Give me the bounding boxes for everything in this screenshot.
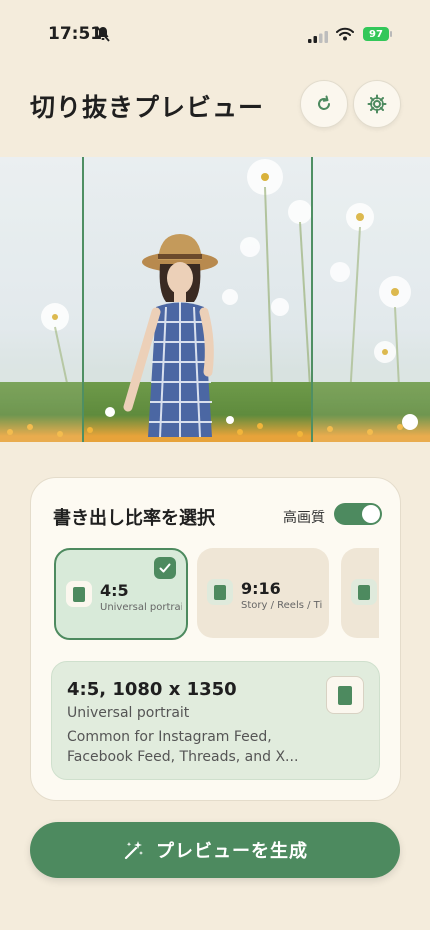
- toggle-knob: [362, 505, 380, 523]
- export-ratio-title: 書き出し比率を選択: [53, 508, 215, 529]
- export-ratio-card: 書き出し比率を選択 高画質 4:5 Universal portrait 9:1…: [30, 477, 401, 801]
- generate-preview-button[interactable]: プレビューを生成: [30, 822, 400, 878]
- cellular-signal-icon: [308, 28, 328, 47]
- selected-ratio-detail: 4:5, 1080 x 1350 Universal portrait Comm…: [51, 661, 380, 780]
- crop-frame-right-edge[interactable]: [311, 157, 313, 442]
- bell-muted-icon: [96, 26, 110, 46]
- detail-description: Common for Instagram Feed, Facebook Feed…: [67, 729, 299, 765]
- page-title: 切り抜きプレビュー: [30, 93, 265, 122]
- ratio-shape-icon: [66, 581, 92, 607]
- high-quality-toggle[interactable]: [334, 503, 382, 525]
- crop-frame-left-edge[interactable]: [82, 157, 84, 442]
- generate-button-label: プレビューを生成: [156, 841, 308, 862]
- ratio-name: 4:5: [100, 581, 129, 600]
- status-time: 17:51: [48, 24, 103, 44]
- ratio-option-9-16[interactable]: 9:16 Story / Reels / TikTok: [197, 548, 329, 638]
- ratio-shape-icon: [351, 579, 377, 605]
- ratio-options-strip[interactable]: 4:5 Universal portrait 9:16 Story / Reel…: [53, 546, 379, 642]
- ratio-option-4-5[interactable]: 4:5 Universal portrait: [54, 548, 188, 640]
- battery-indicator: 97: [363, 27, 389, 41]
- battery-cap: [390, 31, 392, 37]
- ratio-name: 9:16: [241, 579, 281, 598]
- crop-preview-image[interactable]: [0, 157, 430, 442]
- ratio-description: Universal portrait: [100, 602, 182, 613]
- detail-subtitle: Universal portrait: [67, 705, 190, 721]
- gear-icon: [367, 94, 387, 114]
- magic-wand-icon: [124, 841, 143, 860]
- settings-button[interactable]: [353, 80, 401, 128]
- ratio-option-partial[interactable]: [341, 548, 379, 638]
- status-bar: 17:51 97: [0, 0, 430, 60]
- ratio-shape-icon: [207, 579, 233, 605]
- woman-figure-illustration: [123, 234, 218, 438]
- refresh-button[interactable]: [300, 80, 348, 128]
- checkmark-icon: [154, 557, 176, 579]
- wifi-icon: [336, 26, 354, 45]
- detail-title: 4:5, 1080 x 1350: [67, 679, 237, 700]
- refresh-icon: [318, 95, 330, 110]
- crop-outside-right: [313, 157, 430, 442]
- ratio-description: Story / Reels / TikTok: [241, 600, 323, 611]
- high-quality-label: 高画質: [283, 510, 325, 526]
- crop-outside-left: [0, 157, 82, 442]
- portrait-ratio-icon: [326, 676, 364, 714]
- battery-level: 97: [369, 28, 383, 40]
